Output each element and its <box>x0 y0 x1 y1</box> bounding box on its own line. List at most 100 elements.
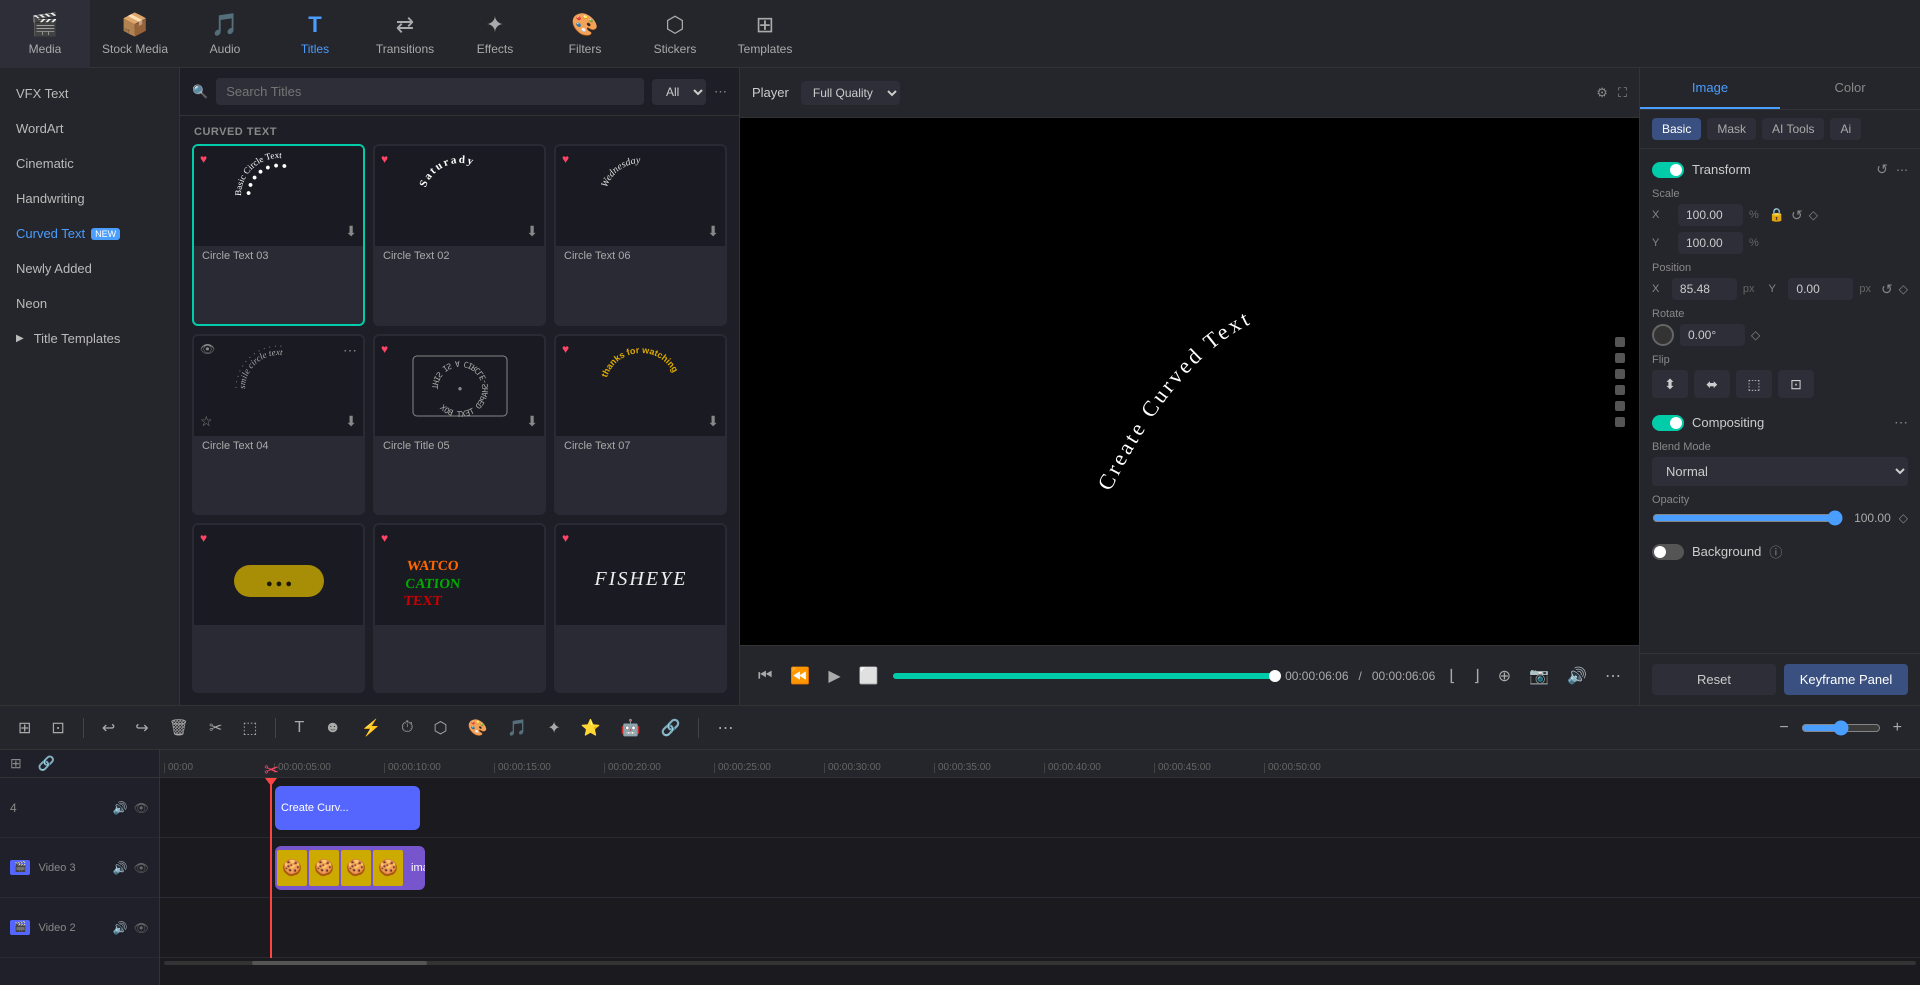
grid-item-circle-text-07[interactable]: ♥ thanks for watching ⬇ Circle Text 07 <box>554 334 727 516</box>
rotate-keyframe-icon[interactable]: ◇ <box>1751 328 1760 342</box>
sidebar-item-title-templates[interactable]: ▶ Title Templates <box>0 321 179 356</box>
download-icon[interactable]: ⬇ <box>345 413 357 430</box>
track4-eye-icon[interactable]: 👁 <box>134 801 149 815</box>
track2-speaker-icon[interactable]: 🔊 <box>113 921 128 935</box>
transform-reset[interactable]: ↺ <box>1876 161 1888 178</box>
grid-item-circle-text-02[interactable]: ♥ Saturady ⬇ Circle Text 02 <box>373 144 546 326</box>
download-icon[interactable]: ⬇ <box>707 413 719 430</box>
position-keyframe-icon[interactable]: ◇ <box>1899 282 1908 296</box>
track2-eye-icon[interactable]: 👁 <box>134 921 149 935</box>
opacity-slider[interactable] <box>1652 510 1843 526</box>
scale-keyframe-icon[interactable]: ◇ <box>1809 208 1818 222</box>
playhead[interactable] <box>270 778 272 958</box>
track3-speaker-icon[interactable]: 🔊 <box>113 861 128 875</box>
tl-ai-button[interactable]: 🤖 <box>615 714 647 742</box>
nav-templates[interactable]: ⊞ Templates <box>720 0 810 68</box>
sidebar-item-handwriting[interactable]: Handwriting <box>0 181 179 216</box>
tl-select-button[interactable]: ⊡ <box>45 714 70 742</box>
sidebar-item-vfx-text[interactable]: VFX Text <box>0 76 179 111</box>
opacity-keyframe-icon[interactable]: ◇ <box>1899 511 1908 525</box>
grid-item-circle-text-03[interactable]: ♥ Basic Circle Text ● ● ● ● ● ● ● ⬇ Circ… <box>192 144 365 326</box>
sub-tab-ai-tools[interactable]: AI Tools <box>1762 118 1824 140</box>
tl-crop-button[interactable]: ⬚ <box>236 714 263 742</box>
favorite-icon[interactable]: ♥ <box>381 152 388 166</box>
blend-mode-select[interactable]: Normal Multiply Screen Overlay <box>1652 457 1908 486</box>
scale-reset-icon[interactable]: ↺ <box>1791 207 1803 224</box>
sub-tab-basic[interactable]: Basic <box>1652 118 1701 140</box>
tab-color[interactable]: Color <box>1780 68 1920 109</box>
tl-more-button[interactable]: ⋯ <box>711 714 739 742</box>
tab-image[interactable]: Image <box>1640 68 1780 109</box>
tl-delete-button[interactable]: 🗑 <box>163 714 195 742</box>
nav-audio[interactable]: 🎵 Audio <box>180 0 270 68</box>
tl-speed-button[interactable]: ⏱ <box>395 715 419 741</box>
download-icon[interactable]: ⬇ <box>345 223 357 240</box>
clip-create-curv[interactable]: Create Curv... <box>275 786 420 830</box>
player-fullscreen-icon[interactable]: ⛶ <box>1618 85 1627 101</box>
snapshot-button[interactable]: 📷 <box>1525 662 1553 690</box>
tl-motion-button[interactable]: ⬡ <box>428 714 454 742</box>
progress-knob[interactable] <box>1269 670 1281 682</box>
sidebar-item-wordart[interactable]: WordArt <box>0 111 179 146</box>
flip-btn-3[interactable]: ⬚ <box>1736 370 1772 398</box>
volume-button[interactable]: 🔊 <box>1563 662 1591 690</box>
compositing-reset[interactable]: ⋯ <box>1894 414 1908 431</box>
favorite-icon[interactable]: ♥ <box>381 531 388 545</box>
position-y-input[interactable] <box>1788 278 1853 300</box>
favorite-icon[interactable]: ♥ <box>200 531 207 545</box>
favorite-icon[interactable]: ♥ <box>200 152 207 166</box>
grid-item-circle-text-04[interactable]: 👁 ⋯ smile circle text · · · · · · · · · … <box>192 334 365 516</box>
reset-button[interactable]: Reset <box>1652 664 1776 695</box>
eye-icon[interactable]: 👁 <box>200 342 215 356</box>
more-options-icon[interactable]: ⋯ <box>714 84 727 100</box>
download-icon[interactable]: ⬇ <box>526 223 538 240</box>
filter-select[interactable]: All <box>652 79 706 105</box>
flip-vertical-button[interactable]: ⬍ <box>1652 370 1688 398</box>
tl-undo-button[interactable]: ↩ <box>96 714 121 742</box>
sidebar-item-curved-text[interactable]: Curved Text NEW <box>0 216 179 251</box>
play-button[interactable]: ▶ <box>824 662 844 690</box>
tl-zoom-in-button[interactable]: + <box>1887 715 1908 741</box>
tl-split-button[interactable]: ⚡ <box>355 714 387 742</box>
sidebar-item-neon[interactable]: Neon <box>0 286 179 321</box>
tl-cut-button[interactable]: ✂ <box>203 714 228 742</box>
flip-btn-4[interactable]: ⊡ <box>1778 370 1814 398</box>
tl-zoom-out-button[interactable]: − <box>1773 715 1794 741</box>
step-back-button[interactable]: ⏪ <box>786 662 814 690</box>
tl-snap-button[interactable]: 🔗 <box>655 714 687 742</box>
tl-scrollbar[interactable] <box>160 958 1920 968</box>
background-toggle[interactable] <box>1652 544 1684 560</box>
tl-redo-button[interactable]: ↪ <box>129 714 154 742</box>
favorite-icon[interactable]: ♥ <box>381 342 388 356</box>
scale-x-input[interactable] <box>1678 204 1743 226</box>
sidebar-item-newly-added[interactable]: Newly Added <box>0 251 179 286</box>
compositing-toggle[interactable] <box>1652 415 1684 431</box>
nav-stickers[interactable]: ⬡ Stickers <box>630 0 720 68</box>
grid-item-style-1[interactable]: ♥ ● ● ● <box>192 523 365 693</box>
rotate-input[interactable] <box>1680 324 1745 346</box>
nav-titles[interactable]: T Titles <box>270 0 360 68</box>
more-controls-button[interactable]: ⋯ <box>1601 662 1625 690</box>
tl-audio-button[interactable]: 🎵 <box>501 714 533 742</box>
more-icon[interactable]: ⋯ <box>343 342 357 359</box>
grid-item-style-2[interactable]: ♥ WATCO CATION TEXT <box>373 523 546 693</box>
player-settings-icon[interactable]: ⚙ <box>1596 85 1608 101</box>
background-info-icon[interactable]: ⓘ <box>1769 542 1782 561</box>
grid-item-circle-text-06[interactable]: ♥ Wednesday ⬇ Circle Text 06 <box>554 144 727 326</box>
nav-media[interactable]: 🎬 Media <box>0 0 90 68</box>
sub-tab-ai[interactable]: Ai <box>1830 118 1861 140</box>
quality-select[interactable]: Full Quality Half Quality <box>801 81 900 105</box>
tl-add-icon[interactable]: ⊞ <box>10 755 22 772</box>
download-icon[interactable]: ⬇ <box>707 223 719 240</box>
tl-zoom-slider[interactable] <box>1801 720 1881 736</box>
track4-speaker-icon[interactable]: 🔊 <box>113 801 128 815</box>
position-x-input[interactable] <box>1672 278 1737 300</box>
nav-transitions[interactable]: ⇄ Transitions <box>360 0 450 68</box>
rotate-knob[interactable] <box>1652 324 1674 346</box>
rewind-button[interactable]: ⏮ <box>754 663 776 689</box>
scale-y-input[interactable] <box>1678 232 1743 254</box>
favorite-icon[interactable]: ♥ <box>562 531 569 545</box>
scale-lock-icon[interactable]: 🔒 <box>1769 207 1785 223</box>
mark-in-button[interactable]: ⌊ <box>1445 662 1459 690</box>
tl-add-track-button[interactable]: ⊞ <box>12 714 37 742</box>
